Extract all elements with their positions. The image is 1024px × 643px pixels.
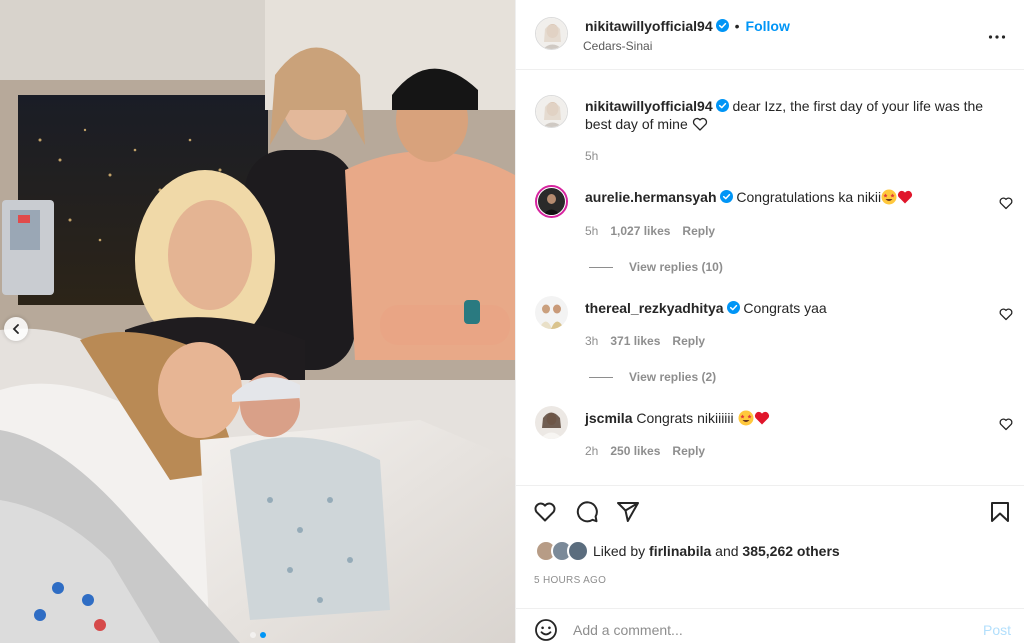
star-struck-emoji-icon [738, 410, 754, 426]
like-comment-heart-icon[interactable] [999, 196, 1013, 210]
chevron-left-icon [12, 324, 19, 334]
post-header: nikitawillyofficial94 • Follow Cedars-Sina… [516, 0, 1024, 70]
photo-illustration [0, 0, 515, 643]
view-replies-label: View replies (2) [629, 370, 717, 384]
comment-icon[interactable] [575, 500, 599, 524]
liked-by-middle: and [711, 543, 743, 559]
header-separator: • [734, 18, 740, 34]
liked-by-prefix: Liked by [593, 543, 650, 559]
comment-meta: 5h 1,027 likes Reply [585, 224, 715, 238]
post-photo[interactable] [0, 0, 515, 643]
red-heart-emoji-icon [898, 190, 913, 204]
comment-avatar[interactable] [535, 296, 568, 329]
view-replies-label: View replies (10) [629, 260, 723, 274]
comment-likes[interactable]: 250 likes [610, 444, 660, 458]
comment-username[interactable]: jscmila [585, 410, 632, 426]
author-avatar-image [536, 18, 567, 49]
comment-text: thereal_rezkyadhitya Congrats yaa [585, 299, 990, 317]
carousel-indicator [0, 632, 515, 638]
comment-avatar[interactable] [535, 406, 568, 439]
like-comment-heart-icon[interactable] [999, 307, 1013, 321]
comment-username[interactable]: thereal_rezkyadhitya [585, 300, 724, 316]
author-username[interactable]: nikitawillyofficial94 [585, 18, 713, 34]
white-heart-emoji-icon [692, 117, 707, 131]
comment-meta: 3h 371 likes Reply [585, 334, 705, 348]
comment-time[interactable]: 2h [585, 444, 598, 458]
bookmark-icon[interactable] [988, 500, 1012, 524]
liked-by-count[interactable]: 385,262 others [742, 543, 839, 559]
author-avatar[interactable] [535, 17, 568, 50]
comment-text: aurelie.hermansyah Congratulations ka ni… [585, 188, 990, 206]
like-comment-heart-icon[interactable] [999, 417, 1013, 431]
comment-input[interactable] [573, 620, 953, 640]
emoji-smiley-icon[interactable] [534, 618, 558, 642]
view-replies-button[interactable]: View replies (2) [589, 370, 716, 384]
liked-by-text: Liked by firlinabila and 385,262 others [593, 543, 840, 559]
red-heart-emoji-icon [754, 411, 769, 425]
comment-body: Congratulations ka nikii [736, 189, 882, 205]
comment-username[interactable]: aurelie.hermansyah [585, 189, 717, 205]
comments-list[interactable]: nikitawillyofficial94 dear Izz, the firs… [516, 71, 1024, 484]
comment-time[interactable]: 3h [585, 334, 598, 348]
liker-avatar [567, 540, 589, 562]
comment-avatar-image [535, 296, 568, 329]
more-options-icon[interactable] [987, 27, 1007, 47]
comment-avatar-image [538, 188, 565, 215]
share-icon[interactable] [616, 500, 640, 524]
comment-likes[interactable]: 371 likes [610, 334, 660, 348]
comment-avatar[interactable] [535, 185, 568, 218]
comment-time[interactable]: 5h [585, 224, 598, 238]
reply-button[interactable]: Reply [672, 444, 705, 458]
caption-avatar-image [536, 96, 567, 127]
post-detail-panel: nikitawillyofficial94 • Follow Cedars-Sina… [515, 0, 1024, 643]
reply-button[interactable]: Reply [672, 334, 705, 348]
verified-badge-icon [726, 301, 740, 314]
post-comment-button[interactable]: Post [983, 622, 1011, 638]
star-struck-emoji-icon [881, 189, 897, 205]
caption-author-avatar[interactable] [535, 95, 568, 128]
caption-username[interactable]: nikitawillyofficial94 [585, 98, 713, 114]
verified-badge-icon [719, 190, 733, 203]
view-replies-button[interactable]: View replies (10) [589, 260, 723, 274]
comment-meta: 2h 250 likes Reply [585, 444, 705, 458]
comment-body: Congrats nikiiiiii [636, 410, 734, 426]
post-timestamp[interactable]: 5 HOURS AGO [534, 575, 606, 586]
comment-body: Congrats yaa [743, 300, 827, 316]
follow-button[interactable]: Follow [746, 18, 790, 34]
post-actions: Liked by firlinabila and 385,262 others … [516, 485, 1024, 608]
heart-icon[interactable] [533, 500, 557, 524]
replies-divider [589, 267, 613, 269]
carousel-previous-button[interactable] [4, 317, 28, 341]
comment-text: jscmila Congrats nikiiiiii [585, 409, 990, 427]
liked-by-avatars [535, 540, 593, 562]
post-location[interactable]: Cedars-Sinai [583, 39, 652, 53]
replies-divider [589, 377, 613, 379]
verified-badge-icon [715, 99, 729, 112]
comment-avatar-image [535, 406, 568, 439]
liked-by-summary[interactable]: Liked by firlinabila and 385,262 others [535, 540, 1015, 564]
liked-by-user[interactable]: firlinabila [649, 543, 711, 559]
carousel-dot-active [259, 632, 266, 638]
carousel-dot [249, 632, 256, 638]
caption-text: nikitawillyofficial94 dear Izz, the firs… [585, 97, 990, 133]
caption-time[interactable]: 5h [585, 149, 598, 163]
add-comment-bar: Post [516, 608, 1024, 643]
verified-badge-icon [715, 19, 729, 32]
comment-likes[interactable]: 1,027 likes [610, 224, 670, 238]
reply-button[interactable]: Reply [682, 224, 715, 238]
